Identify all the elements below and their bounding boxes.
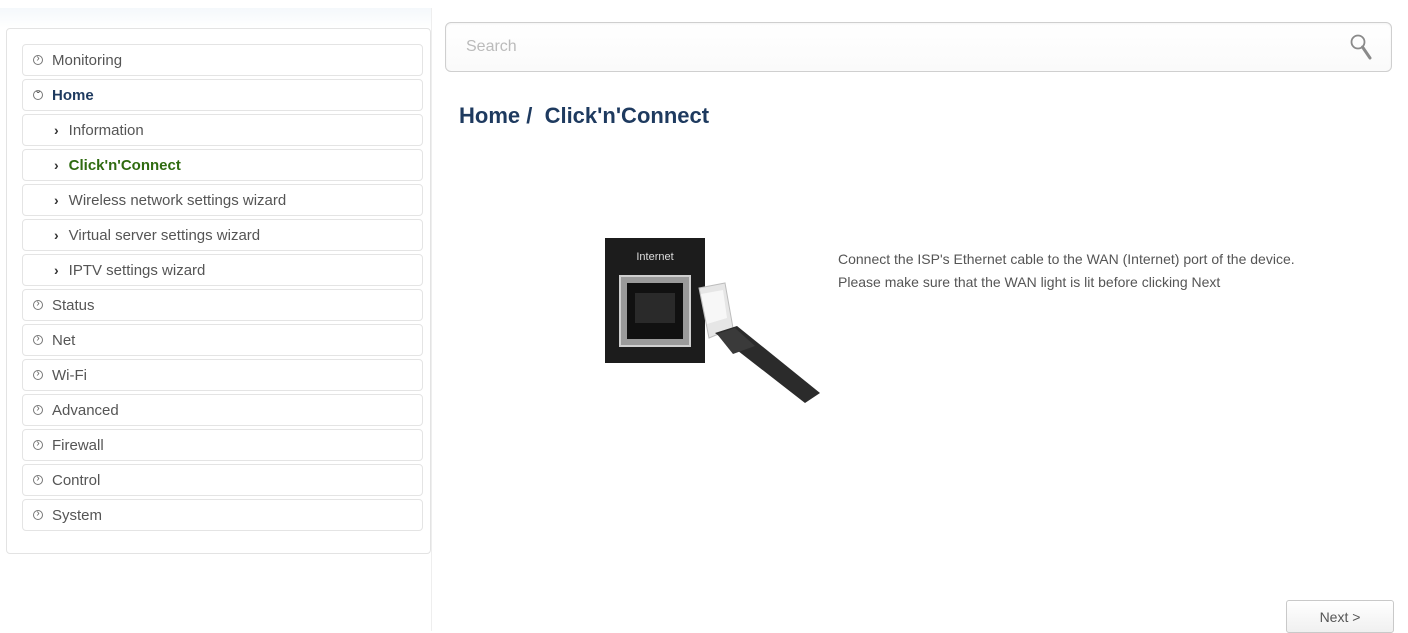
search-icon[interactable] — [1349, 33, 1373, 61]
expand-bullet-icon — [33, 55, 43, 65]
sidebar-item-label: Wireless network settings wizard — [68, 191, 287, 209]
sidebar-subitem-virtual-server-wizard[interactable]: › Virtual server settings wizard — [22, 219, 423, 251]
search-input[interactable] — [446, 23, 1326, 71]
sidebar-item-label: Advanced — [52, 401, 119, 419]
port-label: Internet — [636, 251, 673, 263]
instruction-text-2: Please make sure that the WAN light is l… — [838, 274, 1221, 290]
sidebar-item-label: Monitoring — [52, 51, 123, 69]
sidebar-item-control[interactable]: Control — [22, 464, 423, 496]
sidebar-item-net[interactable]: Net — [22, 324, 423, 356]
sidebar-item-label: Firewall — [52, 436, 104, 454]
sidebar-item-status[interactable]: Status — [22, 289, 423, 321]
sidebar-item-advanced[interactable]: Advanced — [22, 394, 423, 426]
sidebar-menu: Monitoring Home › Information › Click'n'… — [22, 44, 423, 534]
sidebar-item-label: Status — [52, 296, 95, 314]
sidebar-item-label: Net — [52, 331, 76, 349]
sidebar-item-home[interactable]: Home — [22, 79, 423, 111]
main-divider — [431, 8, 432, 631]
expand-bullet-icon — [33, 440, 43, 450]
chevron-right-icon: › — [54, 122, 59, 138]
expand-bullet-icon — [33, 300, 43, 310]
sidebar-subitem-wireless-wizard[interactable]: › Wireless network settings wizard — [22, 184, 423, 216]
sidebar-top-strip — [0, 8, 431, 28]
sidebar-item-label: Control — [52, 471, 101, 489]
sidebar-item-label: Information — [68, 121, 144, 139]
sidebar-item-system[interactable]: System — [22, 499, 423, 531]
expand-bullet-icon — [33, 510, 43, 520]
instructions: Connect the ISP's Ethernet cable to the … — [838, 251, 1338, 297]
ethernet-port-image: Internet — [605, 238, 820, 403]
sidebar-subitem-iptv-wizard[interactable]: › IPTV settings wizard — [22, 254, 423, 286]
chevron-right-icon: › — [54, 192, 59, 208]
sidebar-item-label: IPTV settings wizard — [68, 261, 206, 279]
sidebar-item-label: Virtual server settings wizard — [68, 226, 261, 244]
instruction-text-1: Connect the ISP's Ethernet cable to the … — [838, 251, 1295, 267]
sidebar-item-label: Click'n'Connect — [68, 156, 181, 174]
sidebar-item-label: System — [52, 506, 103, 524]
sidebar-item-label: Wi-Fi — [52, 366, 87, 384]
expand-bullet-icon — [33, 475, 43, 485]
sidebar-item-wifi[interactable]: Wi-Fi — [22, 359, 423, 391]
expand-bullet-icon — [33, 405, 43, 415]
expand-bullet-icon — [33, 370, 43, 380]
sidebar-subitem-information[interactable]: › Information — [22, 114, 423, 146]
search-box — [445, 22, 1392, 72]
chevron-right-icon: › — [54, 227, 59, 243]
chevron-right-icon: › — [54, 262, 59, 278]
chevron-right-icon: › — [54, 157, 59, 173]
page-title: Home / Click'n'Connect — [459, 103, 710, 128]
sidebar-subitem-clicknconnect[interactable]: › Click'n'Connect — [22, 149, 423, 181]
sidebar-item-label: Home — [52, 86, 94, 104]
sidebar-item-monitoring[interactable]: Monitoring — [22, 44, 423, 76]
next-button[interactable]: Next > — [1286, 600, 1394, 633]
collapse-bullet-icon — [33, 90, 43, 100]
sidebar-item-firewall[interactable]: Firewall — [22, 429, 423, 461]
expand-bullet-icon — [33, 335, 43, 345]
